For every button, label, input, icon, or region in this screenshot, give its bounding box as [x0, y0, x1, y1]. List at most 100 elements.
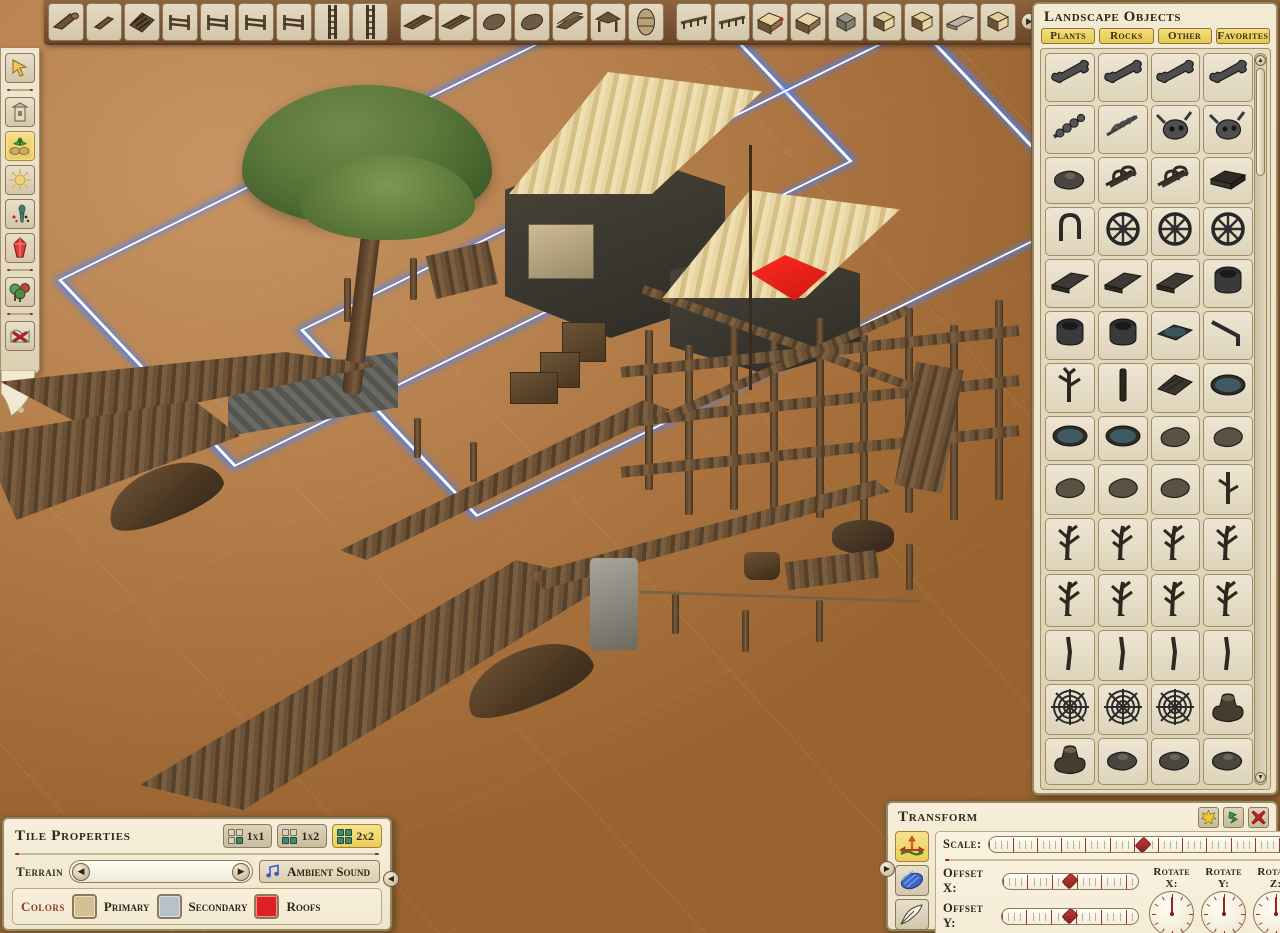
rotate-z-dial[interactable] — [1253, 891, 1280, 933]
object-slot-wooden-pole[interactable] — [1097, 362, 1148, 414]
object-slot-water-pool-flat[interactable] — [1097, 416, 1148, 462]
sidebar-item-delete[interactable] — [5, 321, 35, 351]
landscape-objects-panel[interactable]: Landscape Objects Plants Rocks Other Fav… — [1032, 2, 1278, 795]
object-slot-ribcage[interactable] — [1097, 104, 1148, 154]
object-slot-iron-hook[interactable] — [1045, 206, 1095, 256]
rotate-x-dial[interactable] — [1149, 891, 1195, 933]
sidebar-item-npc[interactable] — [5, 199, 35, 229]
transform-mode-button[interactable] — [895, 831, 929, 862]
toolbar-item-hut-red[interactable] — [752, 2, 788, 41]
rotate-x-group[interactable]: Rotate X: — [1149, 866, 1195, 933]
offset-x-slider[interactable] — [1001, 872, 1140, 890]
roofs-color-swatch[interactable] — [254, 894, 280, 919]
notes-mode-button[interactable] — [895, 899, 929, 930]
object-slot-stone-trough-water[interactable] — [1150, 310, 1201, 360]
tile-panel-collapse-button[interactable]: ◀ — [383, 871, 399, 887]
crate[interactable] — [510, 372, 558, 404]
terrain-prev-button[interactable]: ◀ — [71, 862, 90, 881]
tab-rocks[interactable]: Rocks — [1099, 28, 1154, 44]
object-slot-dead-tree-a[interactable] — [1045, 518, 1095, 572]
object-slot-boulder-d[interactable] — [1097, 464, 1148, 516]
ambient-sound-button[interactable]: Ambient Sound — [259, 860, 380, 883]
sidebar-item-resource[interactable] — [5, 233, 35, 263]
sidebar-item-buildings[interactable] — [5, 97, 35, 127]
terrain-row[interactable]: Terrain ◀ ▶ Ambient Sound — [12, 859, 382, 883]
object-slot-cobweb-b[interactable] — [1150, 684, 1201, 736]
object-slot-rock-shard-b[interactable] — [1150, 738, 1201, 785]
sidebar-item-landscape-objects[interactable] — [5, 131, 35, 161]
barrel-prop[interactable] — [744, 552, 780, 580]
offset-y-row[interactable]: Offset Y: — [943, 901, 1140, 931]
object-slot-bone-horn[interactable] — [1203, 53, 1253, 102]
panel-tabs[interactable]: Plants Rocks Other Favorites — [1040, 28, 1271, 48]
toolbar-item-plank-b[interactable] — [438, 2, 474, 41]
object-slot-cart-frame-a[interactable] — [1097, 156, 1148, 204]
tile-size-1x2-button[interactable]: 1x2 — [277, 824, 328, 848]
tab-favorites[interactable]: Favorites — [1215, 28, 1270, 44]
toolbar-item-table[interactable] — [590, 2, 626, 41]
object-slot-wagon-wheel-c[interactable] — [1203, 206, 1253, 256]
transform-mode-buttons[interactable] — [895, 831, 929, 933]
sidebar-item-forest[interactable] — [5, 277, 35, 307]
tab-plants[interactable]: Plants — [1041, 28, 1096, 44]
offset-y-slider[interactable] — [1000, 907, 1140, 925]
rotate-y-dial[interactable] — [1201, 891, 1247, 933]
toolbar-item-fence-b[interactable] — [200, 2, 236, 41]
object-slot-dead-tree-g[interactable] — [1150, 574, 1201, 628]
object-slot-tree-stump-b[interactable] — [1045, 738, 1095, 785]
object-slot-bone-femur[interactable] — [1045, 53, 1095, 102]
object-slot-dead-tree-c[interactable] — [1150, 518, 1201, 572]
toolbar-item-rail-b[interactable] — [714, 2, 750, 41]
object-slot-boulder-a[interactable] — [1150, 416, 1201, 462]
object-slot-stick-bent-b[interactable] — [1203, 630, 1253, 682]
object-slot-spine-segment[interactable] — [1045, 104, 1095, 154]
object-slot-skull-horned-b[interactable] — [1203, 104, 1253, 154]
object-slot-iron-lever[interactable] — [1203, 310, 1253, 360]
secondary-color-swatch[interactable] — [156, 894, 182, 919]
object-slot-stone-slab-b[interactable] — [1097, 258, 1148, 308]
tile-properties-panel[interactable]: Tile Properties 1x1 1x2 2x2 Terrain ◀ ▶ … — [2, 817, 399, 931]
object-slot-wooden-trough[interactable] — [1203, 156, 1253, 204]
scroll-down-button[interactable]: ▼ — [1255, 772, 1266, 783]
toolbar-item-crate-b[interactable] — [904, 2, 940, 41]
object-slot-water-pool-round[interactable] — [1203, 362, 1253, 414]
object-slot-dead-tree-b[interactable] — [1097, 518, 1148, 572]
toolbar-item-barrel[interactable] — [628, 2, 664, 41]
rotation-dials[interactable]: Rotate X: Rotate Y: Rot Z — [1147, 866, 1280, 933]
randomize-button[interactable] — [1198, 807, 1219, 828]
offset-x-row[interactable]: Offset X: — [943, 866, 1140, 896]
object-slot-cobweb-a[interactable] — [1097, 684, 1148, 736]
offset-rows[interactable]: Offset X: Offset Y: — [943, 866, 1140, 933]
object-slot-branch-fork[interactable] — [1045, 362, 1095, 414]
stone-pillar[interactable] — [590, 558, 638, 650]
object-slot-boulder-b[interactable] — [1203, 416, 1253, 462]
object-slot-boulder-c[interactable] — [1045, 464, 1095, 516]
object-slot-stone-well-round[interactable] — [1045, 310, 1095, 360]
object-slot-dead-tree-h[interactable] — [1203, 574, 1253, 628]
object-grid[interactable] — [1045, 53, 1253, 785]
toolbar-item-hut[interactable] — [790, 2, 826, 41]
object-grid-scrollbar[interactable]: ▲ ▼ — [1254, 53, 1267, 785]
object-slot-wagon-wheel-a[interactable] — [1097, 206, 1148, 256]
object-slot-dead-tree-f[interactable] — [1097, 574, 1148, 628]
tab-other[interactable]: Other — [1157, 28, 1212, 44]
reset-button[interactable] — [1223, 807, 1244, 828]
toolbar-item-stone-block[interactable] — [828, 2, 864, 41]
toolbar-item-raft[interactable] — [124, 2, 160, 41]
object-slot-cobweb-branch[interactable] — [1045, 684, 1095, 736]
object-slot-skull-horned-a[interactable] — [1150, 104, 1201, 154]
object-slot-dead-tree-d[interactable] — [1203, 518, 1253, 572]
toolbar-item-timber-stack[interactable] — [552, 2, 588, 41]
scene-scaffolding[interactable] — [620, 284, 1040, 560]
tile-size-2x2-button[interactable]: 2x2 — [332, 824, 382, 848]
object-slot-stone-roof-tile[interactable] — [1150, 362, 1201, 414]
object-slot-stick-bent-a[interactable] — [1150, 630, 1201, 682]
colors-row[interactable]: Colors Primary Secondary Roofs — [12, 888, 382, 925]
toolbar-item-fence-d[interactable] — [276, 2, 312, 41]
object-slot-wagon-wheel-b[interactable] — [1150, 206, 1201, 256]
rotate-z-group[interactable]: Rotate Z: — [1253, 866, 1280, 933]
scroll-up-button[interactable]: ▲ — [1255, 55, 1266, 66]
object-slot-rock-shard-c[interactable] — [1203, 738, 1253, 785]
sidebar-item-select[interactable] — [5, 53, 35, 83]
object-slot-stick-tapered[interactable] — [1097, 630, 1148, 682]
